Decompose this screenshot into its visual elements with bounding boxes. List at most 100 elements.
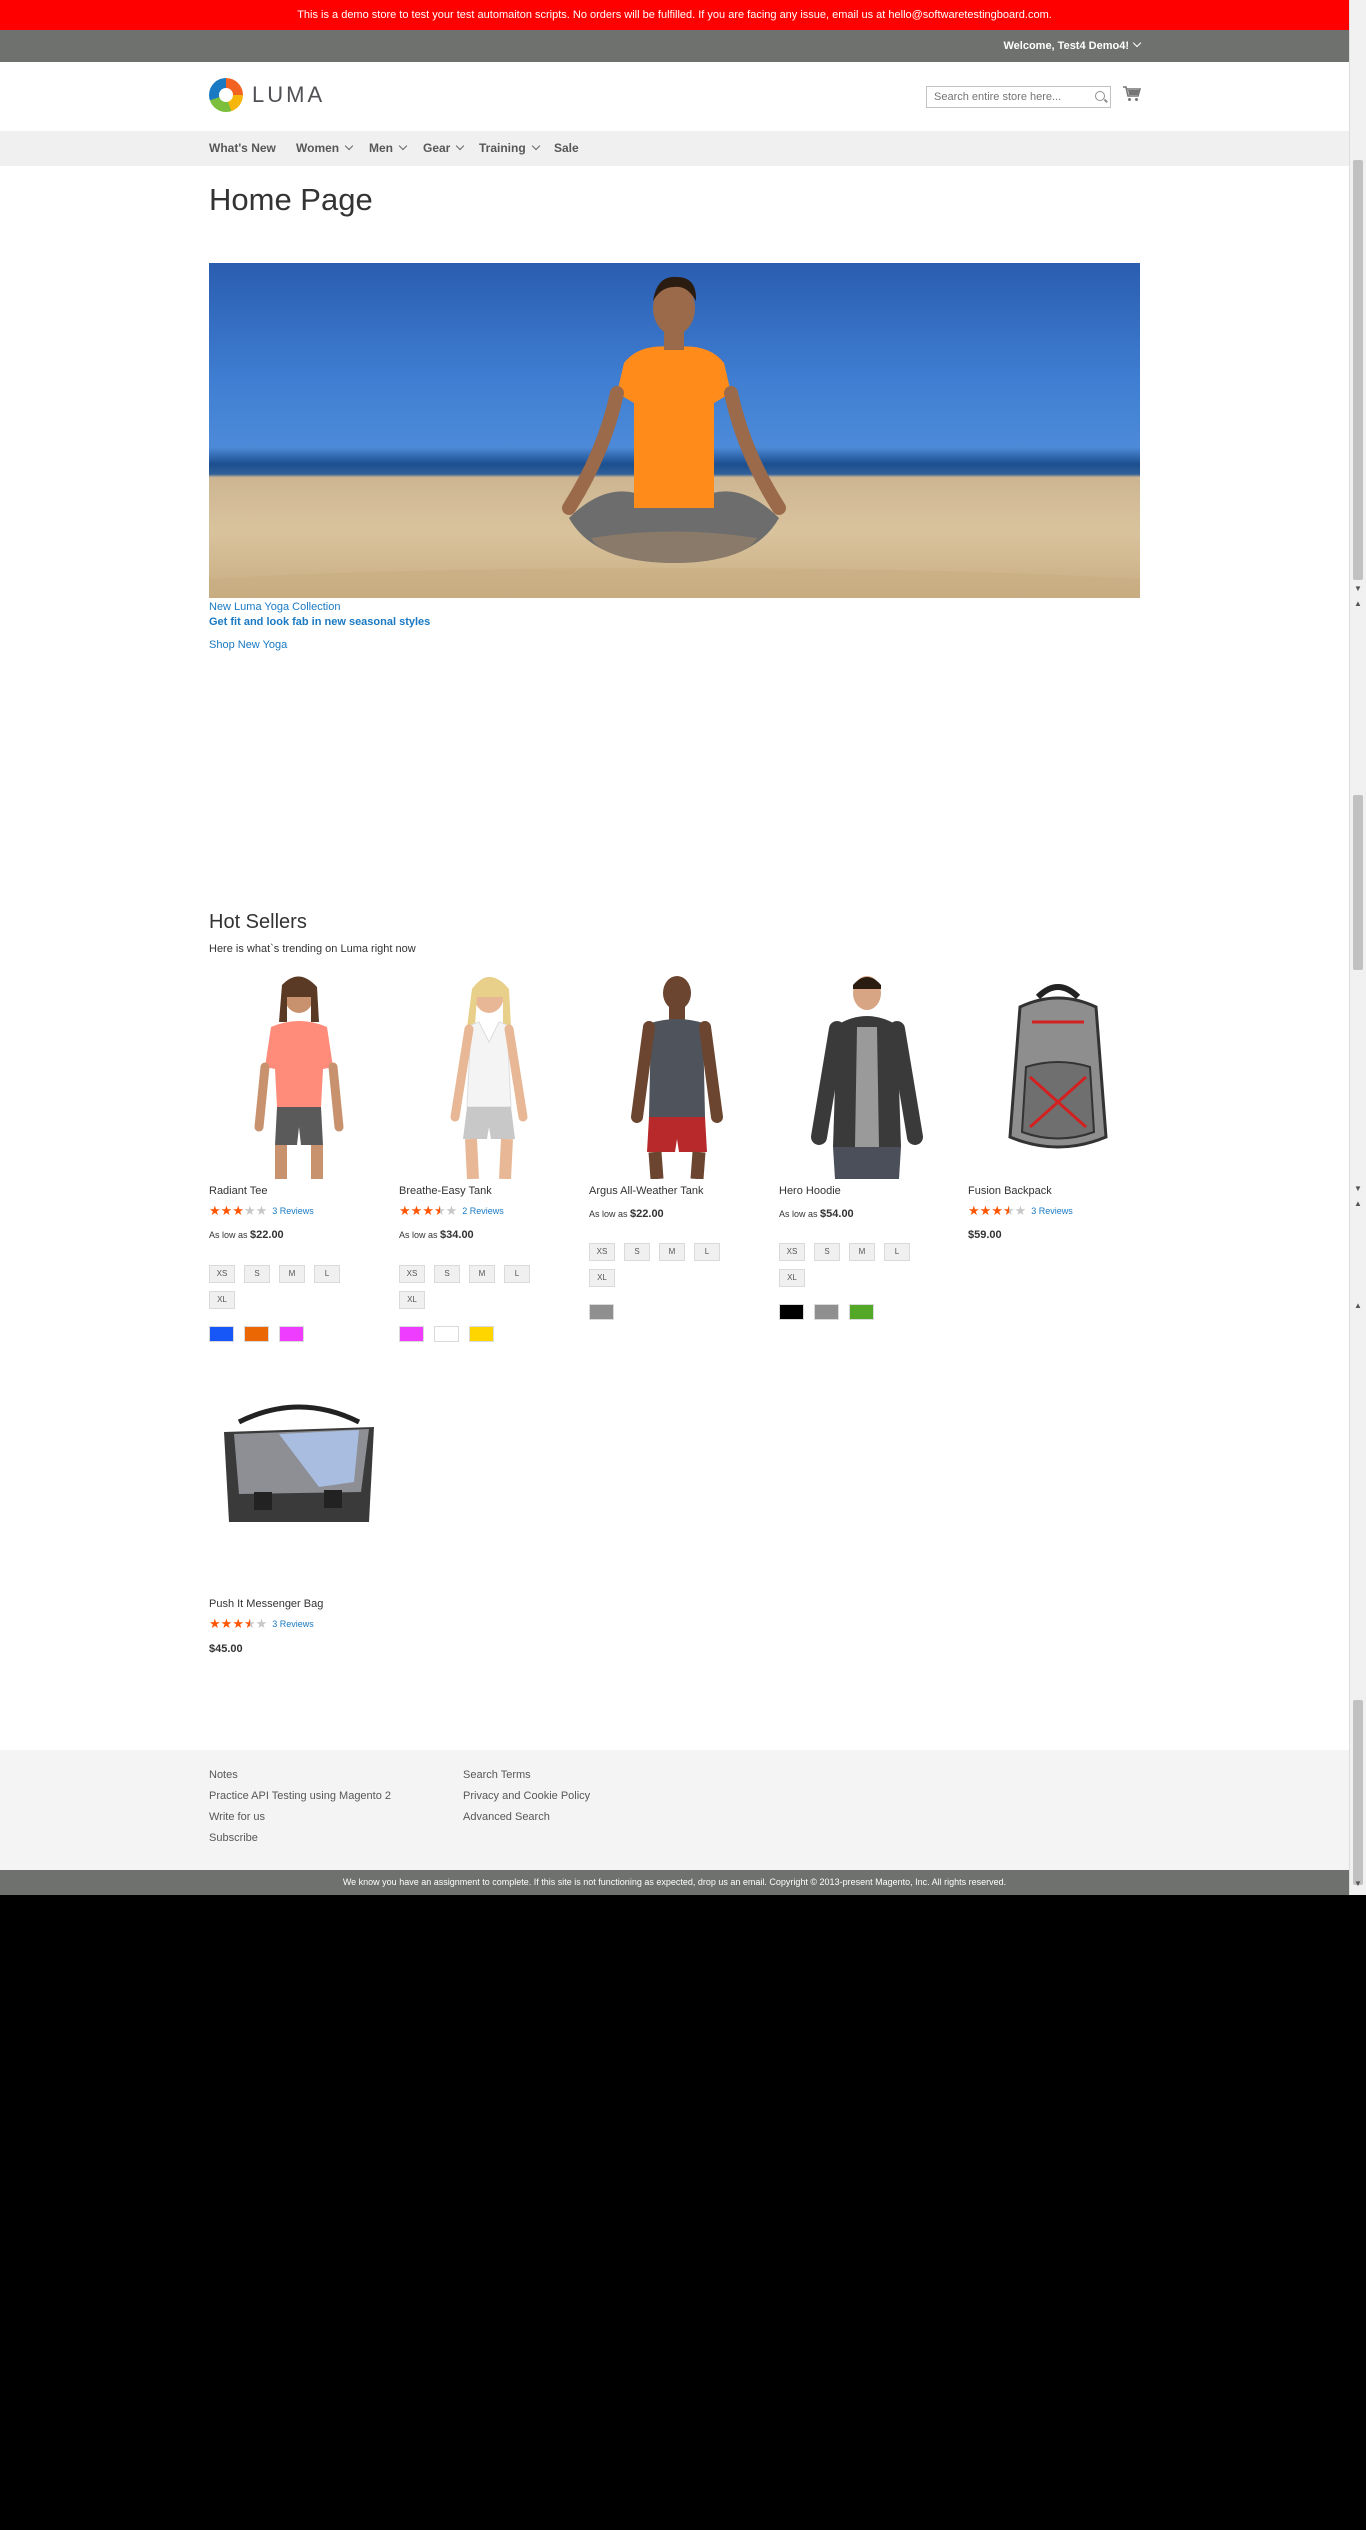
color-swatch-white[interactable] bbox=[434, 1326, 459, 1342]
footer-link-search-terms[interactable]: Search Terms bbox=[463, 1769, 531, 1781]
size-option[interactable]: M bbox=[469, 1265, 495, 1283]
hero-banner-image[interactable] bbox=[209, 263, 1140, 598]
star-icon: ★ bbox=[445, 1203, 458, 1218]
scrollbar-thumb[interactable] bbox=[1353, 1700, 1363, 1885]
color-swatch-gray[interactable] bbox=[814, 1304, 839, 1320]
search-icon[interactable] bbox=[1095, 91, 1105, 101]
chevron-down-icon bbox=[1132, 38, 1142, 48]
chevron-down-icon bbox=[456, 141, 465, 151]
reviews-link[interactable]: 3 Reviews bbox=[272, 1206, 314, 1216]
shop-new-yoga-link[interactable]: Shop New Yoga bbox=[209, 639, 287, 651]
color-swatch-orange[interactable] bbox=[244, 1326, 269, 1342]
size-option[interactable]: XS bbox=[779, 1243, 805, 1261]
size-option[interactable]: L bbox=[504, 1265, 530, 1283]
product-image[interactable] bbox=[589, 967, 769, 1180]
size-option[interactable]: XL bbox=[399, 1291, 425, 1309]
cart-icon[interactable] bbox=[1123, 86, 1141, 102]
size-option[interactable]: XS bbox=[399, 1265, 425, 1283]
footer-link-privacy-policy[interactable]: Privacy and Cookie Policy bbox=[463, 1790, 590, 1802]
size-option[interactable]: XL bbox=[589, 1269, 615, 1287]
search-input[interactable] bbox=[926, 86, 1111, 108]
scroll-down-arrow-icon[interactable]: ▼ bbox=[1354, 1185, 1362, 1193]
product-price: $45.00 bbox=[209, 1643, 243, 1655]
nav-item-men[interactable]: Men bbox=[369, 131, 408, 166]
color-swatch-green[interactable] bbox=[849, 1304, 874, 1320]
color-swatch-purple[interactable] bbox=[279, 1326, 304, 1342]
star-icon: ★ bbox=[1014, 1203, 1027, 1218]
scroll-up-arrow-icon[interactable]: ▲ bbox=[1354, 1302, 1362, 1310]
product-card: Argus All-Weather Tank As low as $22.00 … bbox=[589, 967, 769, 1320]
nav-item-whats-new[interactable]: What's New bbox=[209, 131, 276, 166]
logo[interactable]: LUMA bbox=[209, 78, 325, 112]
vertical-scrollbar[interactable]: ▼ ▲ ▼ ▲ ▲ ▼ bbox=[1349, 0, 1366, 1895]
product-image[interactable] bbox=[209, 1372, 389, 1584]
scrollbar-thumb[interactable] bbox=[1353, 795, 1363, 970]
size-option[interactable]: M bbox=[849, 1243, 875, 1261]
product-rating: ★ ★ ★ ★ ★ 3 Reviews bbox=[209, 1204, 314, 1217]
scrollbar-thumb[interactable] bbox=[1353, 160, 1363, 580]
star-icon: ★ bbox=[220, 1616, 233, 1631]
product-image[interactable] bbox=[209, 967, 389, 1179]
page: This is a demo store to test your test a… bbox=[0, 0, 1349, 1895]
size-option[interactable]: S bbox=[624, 1243, 650, 1261]
product-image[interactable] bbox=[779, 967, 959, 1179]
reviews-link[interactable]: 3 Reviews bbox=[272, 1619, 314, 1629]
promo-collection-link[interactable]: New Luma Yoga Collection bbox=[209, 601, 340, 613]
product-name[interactable]: Breathe-Easy Tank bbox=[399, 1185, 492, 1197]
size-option[interactable]: M bbox=[279, 1265, 305, 1283]
product-name[interactable]: Radiant Tee bbox=[209, 1185, 268, 1197]
footer-link-notes[interactable]: Notes bbox=[209, 1769, 238, 1781]
footer: Notes Practice API Testing using Magento… bbox=[0, 1750, 1349, 1870]
color-swatch-purple[interactable] bbox=[399, 1326, 424, 1342]
star-icon: ★ bbox=[991, 1203, 1003, 1218]
size-option[interactable]: XS bbox=[589, 1243, 615, 1261]
size-option[interactable]: S bbox=[244, 1265, 270, 1283]
product-price: As low as $54.00 bbox=[779, 1208, 854, 1220]
scroll-up-arrow-icon[interactable]: ▲ bbox=[1354, 1200, 1362, 1208]
product-name[interactable]: Argus All-Weather Tank bbox=[589, 1185, 704, 1197]
rating-stars: ★ ★ ★ ★ ★ bbox=[968, 1204, 1026, 1217]
size-option[interactable]: XS bbox=[209, 1265, 235, 1283]
reviews-link[interactable]: 3 Reviews bbox=[1031, 1206, 1073, 1216]
star-icon: ★ bbox=[410, 1203, 423, 1218]
star-icon: ★ bbox=[209, 1616, 221, 1631]
nav-item-training[interactable]: Training bbox=[479, 131, 540, 166]
product-image[interactable] bbox=[968, 967, 1148, 1179]
nav-item-sale[interactable]: Sale bbox=[554, 131, 579, 166]
footer-link-write-for-us[interactable]: Write for us bbox=[209, 1811, 265, 1823]
size-option[interactable]: XL bbox=[779, 1269, 805, 1287]
nav-item-gear[interactable]: Gear bbox=[423, 131, 465, 166]
color-swatch-blue[interactable] bbox=[209, 1326, 234, 1342]
scroll-down-arrow-icon[interactable]: ▼ bbox=[1354, 585, 1362, 593]
star-icon: ★ bbox=[968, 1203, 980, 1218]
copyright: We know you have an assignment to comple… bbox=[0, 1870, 1349, 1895]
promo-tagline[interactable]: Get fit and look fab in new seasonal sty… bbox=[209, 616, 430, 628]
color-swatch-black[interactable] bbox=[779, 1304, 804, 1320]
size-option[interactable]: S bbox=[814, 1243, 840, 1261]
product-name[interactable]: Push It Messenger Bag bbox=[209, 1598, 323, 1610]
size-option[interactable]: M bbox=[659, 1243, 685, 1261]
size-option[interactable]: XL bbox=[209, 1291, 235, 1309]
scroll-up-arrow-icon[interactable]: ▲ bbox=[1354, 600, 1362, 608]
star-icon: ★ bbox=[232, 1203, 244, 1218]
star-icon: ★ bbox=[255, 1616, 268, 1631]
color-swatch-yellow[interactable] bbox=[469, 1326, 494, 1342]
footer-link-api-testing[interactable]: Practice API Testing using Magento 2 bbox=[209, 1790, 391, 1802]
star-icon: ★ bbox=[255, 1203, 268, 1218]
footer-link-subscribe[interactable]: Subscribe bbox=[209, 1832, 258, 1844]
rating-stars: ★ ★ ★ ★ ★ bbox=[209, 1617, 267, 1630]
product-name[interactable]: Fusion Backpack bbox=[968, 1185, 1052, 1197]
size-option[interactable]: L bbox=[884, 1243, 910, 1261]
nav-item-women[interactable]: Women bbox=[296, 131, 354, 166]
footer-link-advanced-search[interactable]: Advanced Search bbox=[463, 1811, 550, 1823]
product-image[interactable] bbox=[399, 967, 579, 1180]
size-option[interactable]: L bbox=[694, 1243, 720, 1261]
color-swatch-gray[interactable] bbox=[589, 1304, 614, 1320]
product-name[interactable]: Hero Hoodie bbox=[779, 1185, 841, 1197]
size-option[interactable]: S bbox=[434, 1265, 460, 1283]
scroll-down-arrow-icon[interactable]: ▼ bbox=[1354, 1880, 1362, 1888]
reviews-link[interactable]: 2 Reviews bbox=[462, 1206, 504, 1216]
demo-notice: This is a demo store to test your test a… bbox=[0, 0, 1349, 30]
customer-menu[interactable]: Welcome, Test4 Demo4! bbox=[1003, 30, 1142, 62]
size-option[interactable]: L bbox=[314, 1265, 340, 1283]
